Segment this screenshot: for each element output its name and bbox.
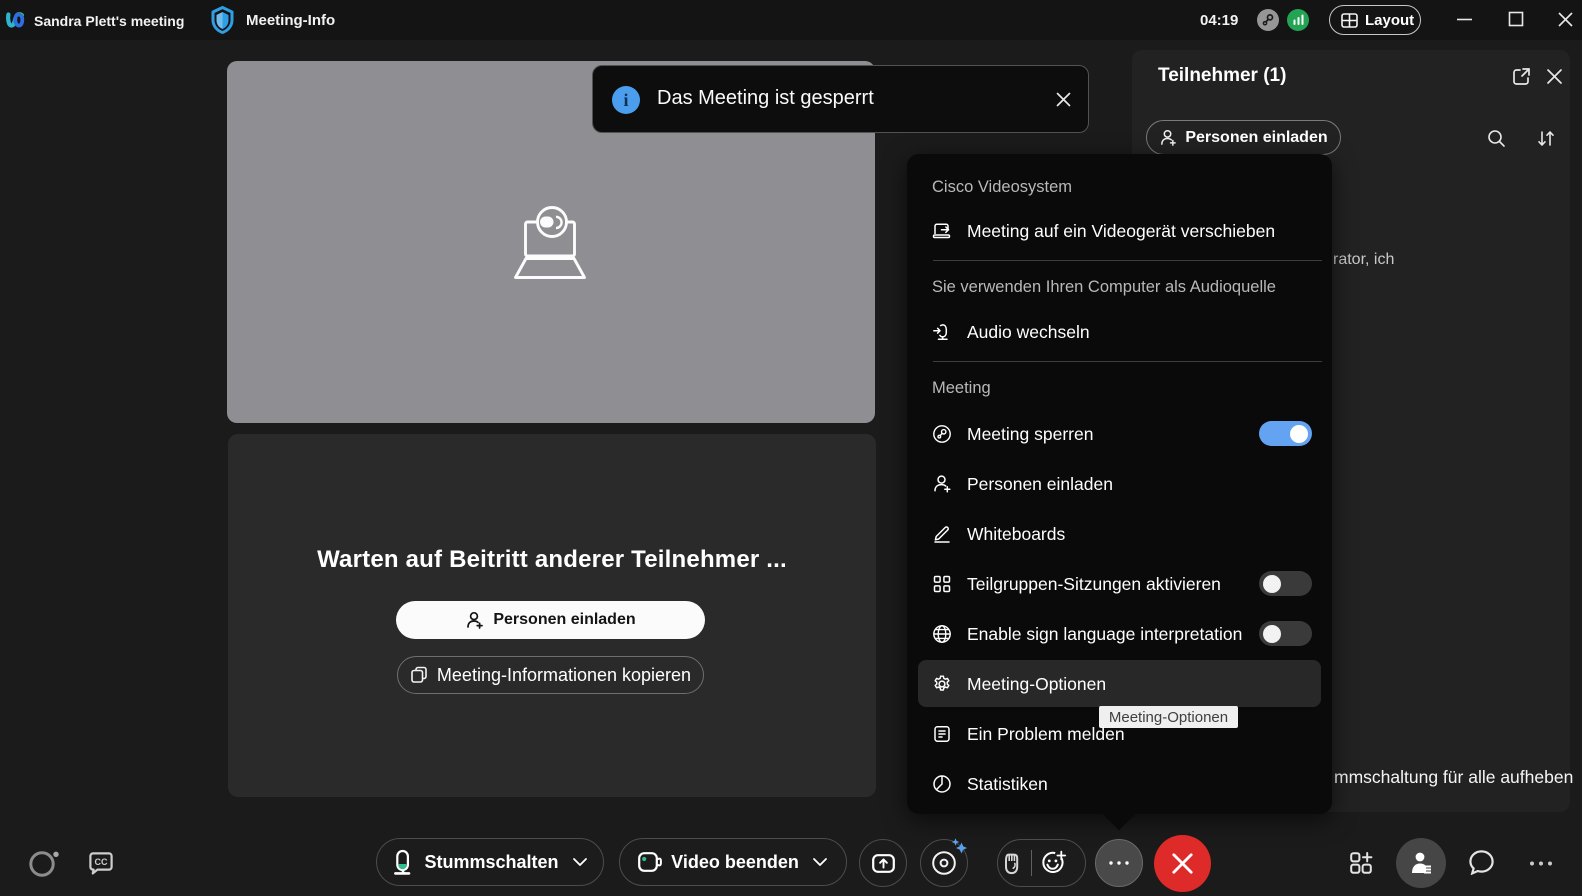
svg-text:CC: CC <box>95 857 108 867</box>
